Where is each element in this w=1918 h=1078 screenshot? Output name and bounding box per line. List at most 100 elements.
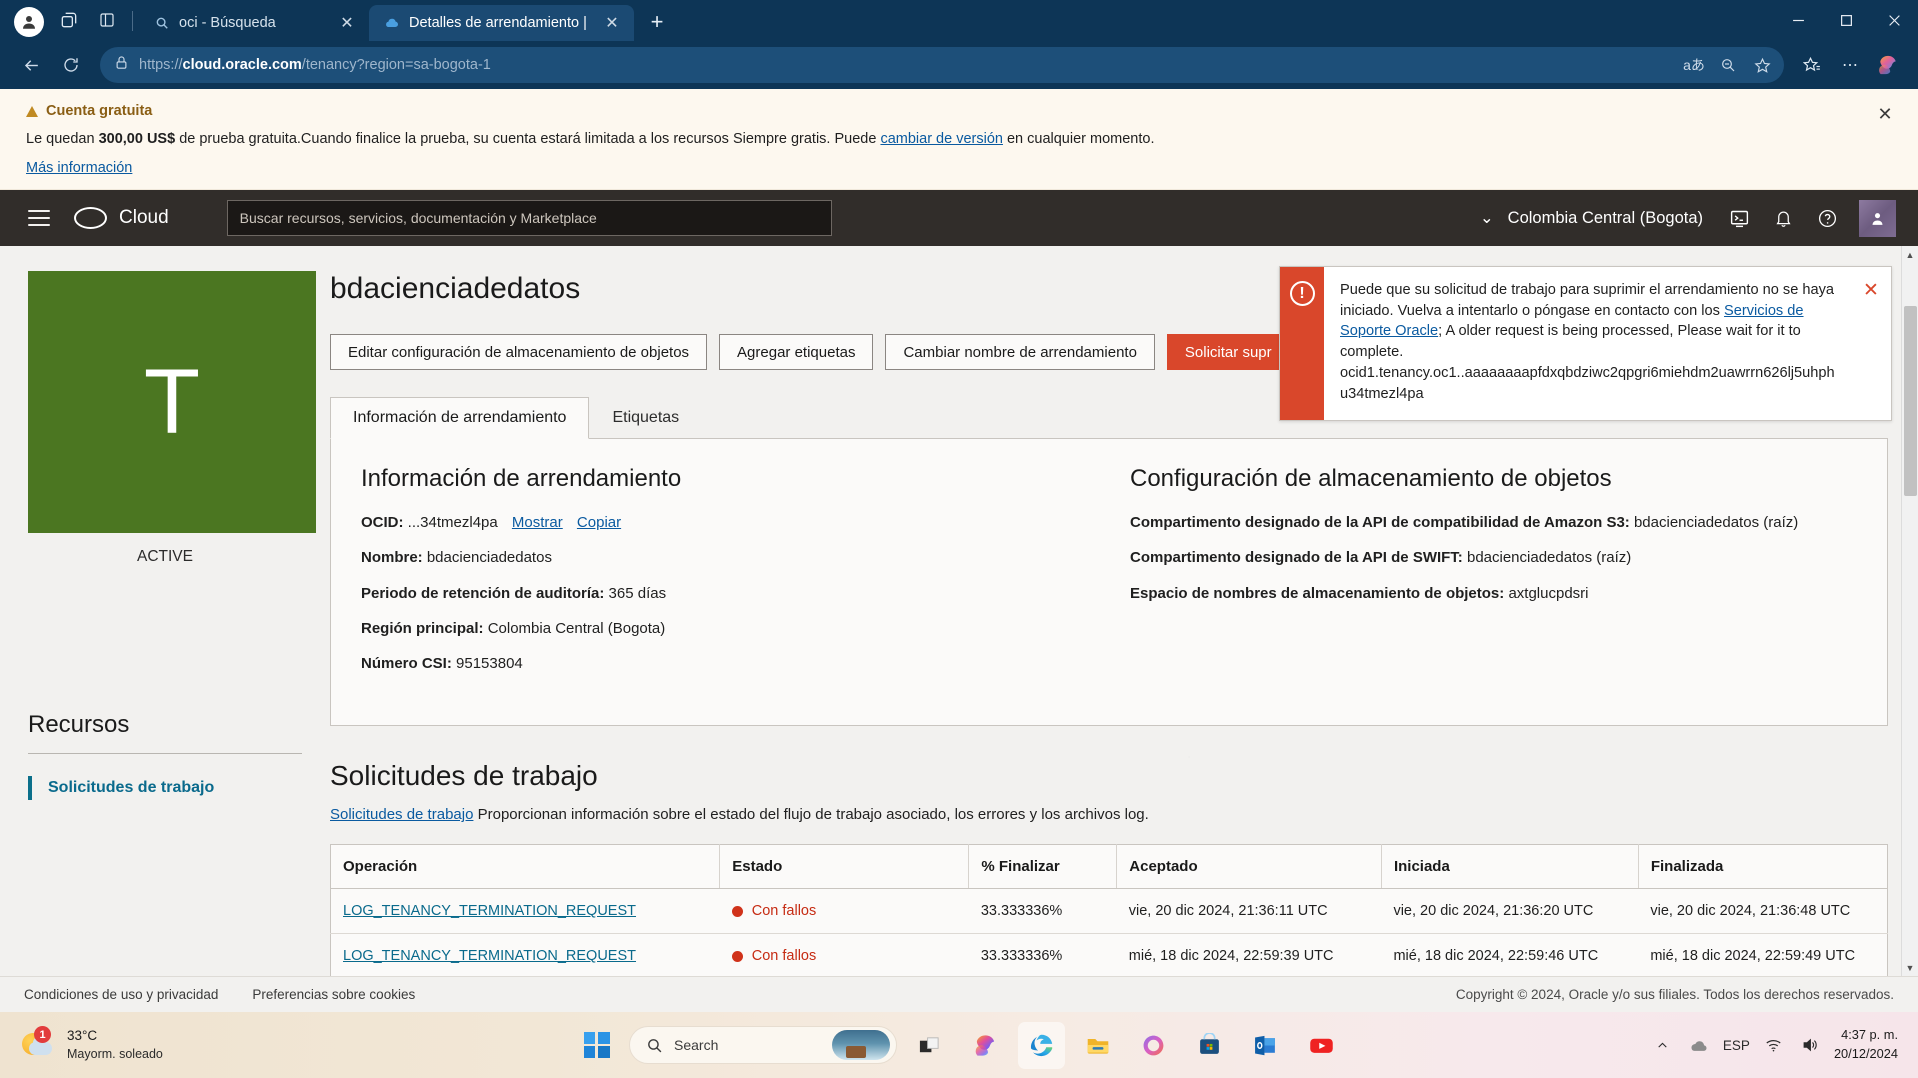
error-toast-body: Puede que su solicitud de trabajo para s… [1324,267,1851,420]
operation-link[interactable]: LOG_TENANCY_TERMINATION_REQUEST [343,903,636,919]
banner-text-post: en cualquier momento. [1002,131,1155,147]
page-scrollbar[interactable]: ▲ ▼ [1901,246,1918,976]
language-indicator[interactable]: ESP [1723,1034,1750,1056]
cloud-shell-icon[interactable] [1719,198,1759,238]
sidebar-item-work-requests[interactable]: Solicitudes de trabajo [28,776,302,800]
more-info-link[interactable]: Más información [26,160,132,176]
notifications-bell-icon[interactable] [1763,198,1803,238]
column-header-accepted[interactable]: Aceptado [1116,844,1382,890]
swift-compartment-row: Compartimento designado de la API de SWI… [1130,548,1857,568]
home-region-value: Colombia Central (Bogota) [487,619,666,637]
ocid-copy-link[interactable]: Copiar [577,514,621,531]
sidebar-active-accent [28,776,32,800]
tab-copilot-icon[interactable] [50,1,88,39]
help-icon[interactable] [1807,198,1847,238]
weather-widget[interactable]: 1 33°C Mayorm. soleado [0,1026,163,1062]
cookie-preferences-link[interactable]: Preferencias sobre cookies [252,987,415,1002]
upgrade-link[interactable]: cambiar de versión [880,131,1003,147]
audit-retention-value: 365 días [608,584,667,602]
left-sidebar: T ACTIVE Recursos Solicitudes de trabajo [0,246,330,976]
browser-tab-2[interactable]: Detalles de arrendamiento | Oracl ✕ [369,5,634,41]
status-dot-icon [731,950,743,962]
page-content: T ACTIVE Recursos Solicitudes de trabajo… [0,246,1918,976]
column-header-percent[interactable]: % Finalizar [968,844,1118,890]
scrollbar-thumb[interactable] [1904,306,1917,496]
operation-link[interactable]: LOG_TENANCY_TERMINATION_REQUEST [343,948,636,964]
minimize-button[interactable] [1774,0,1822,41]
column-header-operation[interactable]: Operación [330,844,721,890]
search-highlight-thumbnail [832,1030,890,1060]
free-account-banner-body: Le quedan 300,00 US$ de prueba gratuita.… [26,131,1918,147]
cell-accepted: mié, 18 dic 2024, 22:59:39 UTC [1116,933,1382,976]
s3-compartment-row: Compartimento designado de la API de com… [1130,513,1857,533]
global-search-input[interactable]: Buscar recursos, servicios, documentació… [226,200,832,236]
wifi-icon[interactable] [1762,1034,1786,1056]
table-row: LOG_TENANCY_TERMINATION_REQUEST Con fall… [330,933,1888,976]
outlook-icon[interactable] [1242,1022,1289,1069]
oracle-cloud-logo[interactable]: Cloud [74,207,169,229]
swift-compartment-label: Compartimento designado de la API de SWI… [1130,549,1463,567]
tab-close-icon[interactable]: ✕ [335,11,359,35]
scroll-down-arrow-icon[interactable]: ▼ [1902,959,1918,976]
user-avatar[interactable] [1859,199,1896,237]
cloud-icon [383,15,400,32]
copilot-icon[interactable] [962,1022,1009,1069]
browser-tab-1[interactable]: oci - Búsqueda ✕ [139,5,369,41]
back-button-icon[interactable] [12,48,50,82]
onedrive-icon[interactable] [1687,1034,1711,1056]
terms-link[interactable]: Condiciones de uso y privacidad [24,987,218,1002]
status-dot-icon [731,905,743,917]
refresh-button-icon[interactable] [52,48,90,82]
tab-split-screen-icon[interactable] [88,1,126,39]
taskbar-system-tray: ESP 4:37 p. m. 20/12/2024 [1651,1026,1918,1063]
ocid-show-link[interactable]: Mostrar [512,514,563,531]
add-tags-button[interactable]: Agregar etiquetas [719,334,874,370]
free-account-banner-title: Cuenta gratuita [26,103,1918,119]
banner-close-icon[interactable]: ✕ [1874,103,1896,125]
region-selector[interactable]: ⌄ Colombia Central (Bogota) [1468,208,1715,228]
close-window-button[interactable] [1870,0,1918,41]
taskbar-clock[interactable]: 4:37 p. m. 20/12/2024 [1834,1026,1898,1063]
file-explorer-icon[interactable] [1074,1022,1121,1069]
volume-icon[interactable] [1798,1034,1822,1056]
favorite-star-icon[interactable] [1746,50,1778,80]
settings-more-icon[interactable]: ⋯ [1832,48,1868,82]
request-deletion-button[interactable]: Solicitar supr [1166,334,1290,370]
banner-text-pre: Le quedan [26,131,99,147]
column-header-started[interactable]: Iniciada [1381,844,1639,890]
tenancy-info-heading: Información de arrendamiento [361,465,682,492]
tab-tenancy-information[interactable]: Información de arrendamiento [330,397,590,439]
tab-tags[interactable]: Etiquetas [589,397,702,439]
microsoft-store-icon[interactable] [1186,1022,1233,1069]
work-requests-doc-link[interactable]: Solicitudes de trabajo [330,806,473,823]
zoom-out-icon[interactable] [1712,50,1744,80]
work-requests-table-body: LOG_TENANCY_TERMINATION_REQUEST Con fall… [330,888,1888,976]
youtube-icon[interactable] [1298,1022,1345,1069]
column-header-finished[interactable]: Finalizada [1638,844,1888,890]
show-hidden-icons-chevron[interactable] [1651,1034,1675,1056]
work-requests-section: Solicitudes de trabajo Solicitudes de tr… [330,760,1888,976]
url-scheme: https:// [139,57,183,73]
column-header-state[interactable]: Estado [719,844,970,890]
copilot-icon[interactable] [1870,48,1906,82]
weather-temperature: 33°C [67,1028,98,1044]
microsoft365-icon[interactable] [1130,1022,1177,1069]
new-tab-button[interactable]: + [640,5,674,39]
tab-close-icon[interactable]: ✕ [600,11,624,35]
edit-object-storage-settings-button[interactable]: Editar configuración de almacenamiento d… [330,334,708,370]
edge-browser-icon[interactable] [1018,1021,1065,1069]
taskbar-search-box[interactable]: Search [629,1026,897,1064]
tab-strip: oci - Búsqueda ✕ Detalles de arrendamien… [0,0,1918,41]
address-bar[interactable]: https://cloud.oracle.com/tenancy?region=… [100,47,1784,83]
tenancy-state-label: ACTIVE [137,548,193,565]
profile-avatar-button[interactable] [14,7,44,37]
collections-icon[interactable] [1794,48,1830,82]
start-button[interactable] [573,1022,620,1069]
scroll-up-arrow-icon[interactable]: ▲ [1902,246,1918,263]
read-aloud-icon[interactable]: aあ [1678,50,1710,80]
hamburger-menu-icon[interactable] [22,201,56,235]
rename-tenancy-button[interactable]: Cambiar nombre de arrendamiento [885,334,1155,370]
error-toast-close-icon[interactable]: ✕ [1851,267,1891,420]
task-view-icon[interactable] [906,1022,953,1069]
maximize-button[interactable] [1822,0,1870,41]
